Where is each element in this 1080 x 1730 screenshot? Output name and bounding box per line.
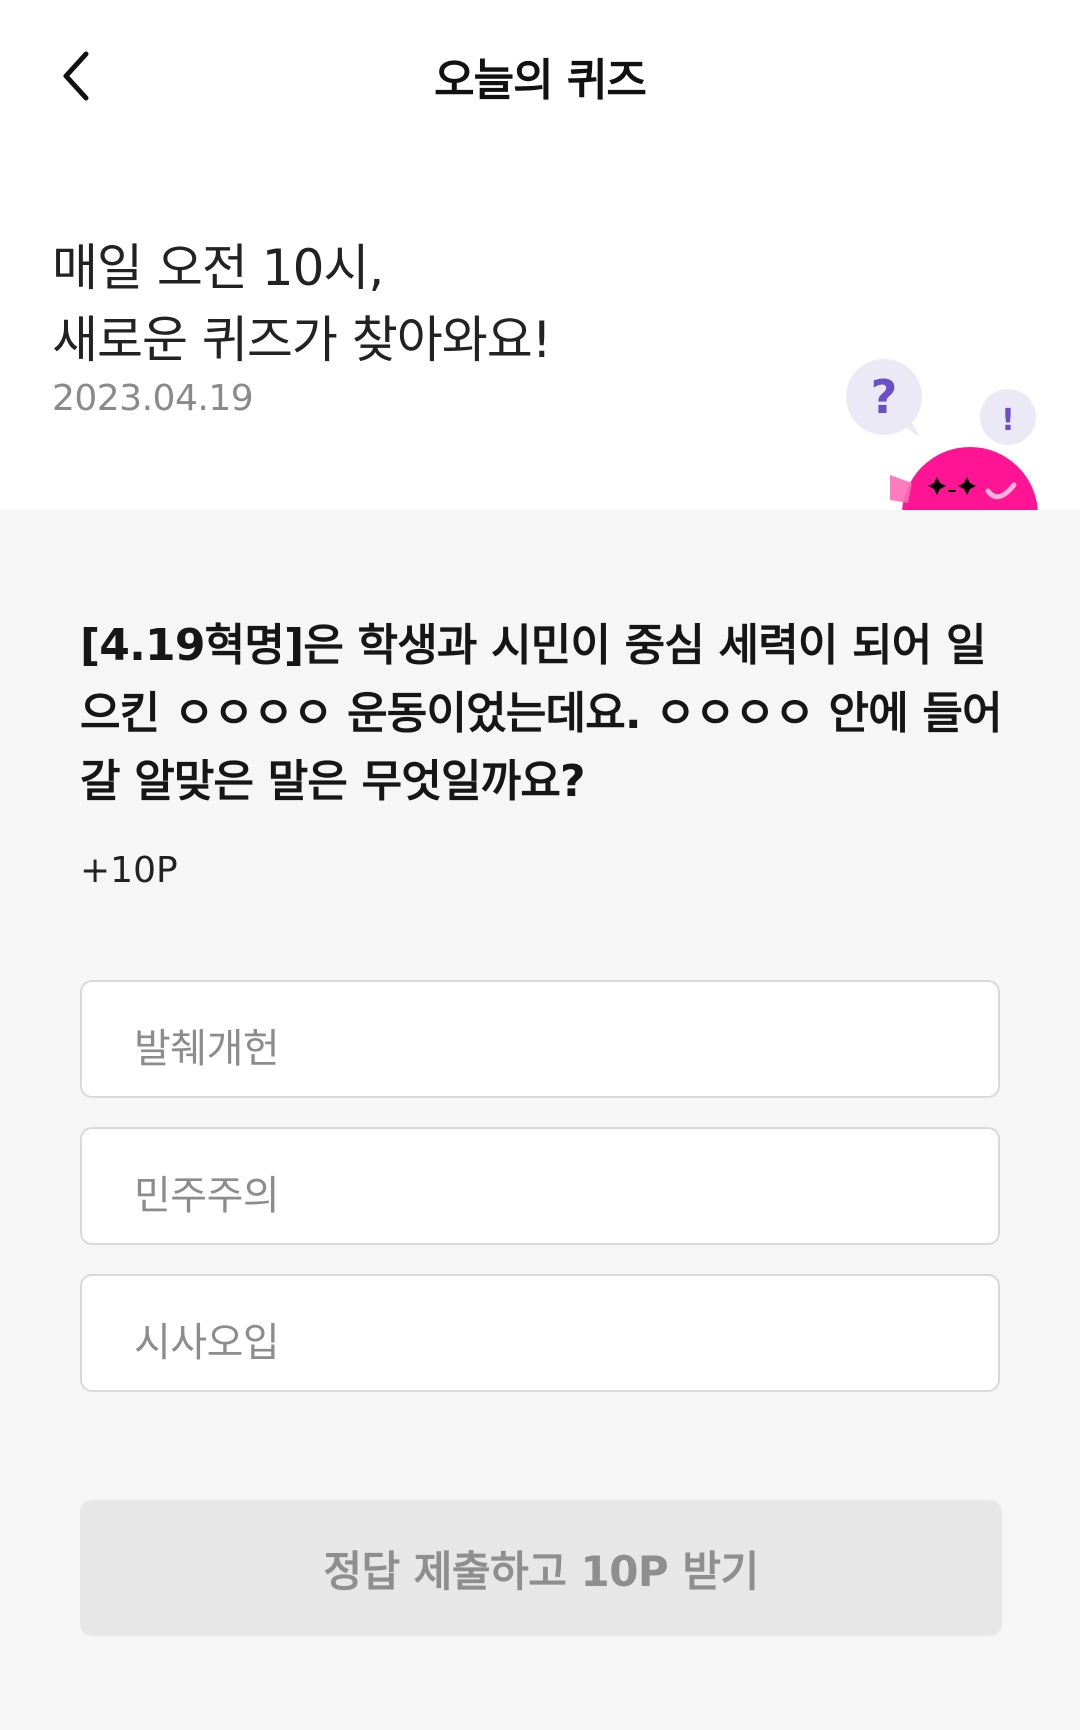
reward-points: +10P — [80, 850, 178, 891]
quiz-date: 2023.04.19 — [52, 378, 254, 419]
answer-option-label: 시사오입 — [134, 1320, 280, 1366]
hero-banner: 매일 오전 10시, 새로운 퀴즈가 찾아와요! 2023.04.19 ? ! — [0, 150, 1080, 510]
answer-option-2[interactable]: 민주주의 — [80, 1127, 1000, 1245]
answer-option-1[interactable]: 발췌개헌 — [80, 980, 1000, 1098]
hero-headline-line2: 새로운 퀴즈가 찾아와요! — [52, 311, 552, 369]
quiz-mascot-illustration: ? ! — [846, 359, 1038, 510]
answer-option-label: 민주주의 — [134, 1173, 280, 1219]
header-bar: 오늘의 퀴즈 — [0, 0, 1080, 150]
exclaim-mark-icon: ! — [1001, 403, 1015, 438]
page-title: 오늘의 퀴즈 — [434, 55, 647, 106]
hero-headline-line1: 매일 오전 10시, — [52, 239, 384, 297]
quiz-question: [4.19혁명]은 학생과 시민이 중심 세력이 되어 일으킨 ㅇㅇㅇㅇ 운동이… — [80, 620, 1003, 807]
mascot-body — [902, 447, 1038, 510]
submit-answer-button[interactable]: 정답 제출하고 10P 받기 — [80, 1500, 1002, 1636]
answer-option-3[interactable]: 시사오입 — [80, 1274, 1000, 1392]
answer-option-label: 발췌개헌 — [134, 1026, 280, 1072]
question-mark-icon: ? — [871, 370, 898, 424]
